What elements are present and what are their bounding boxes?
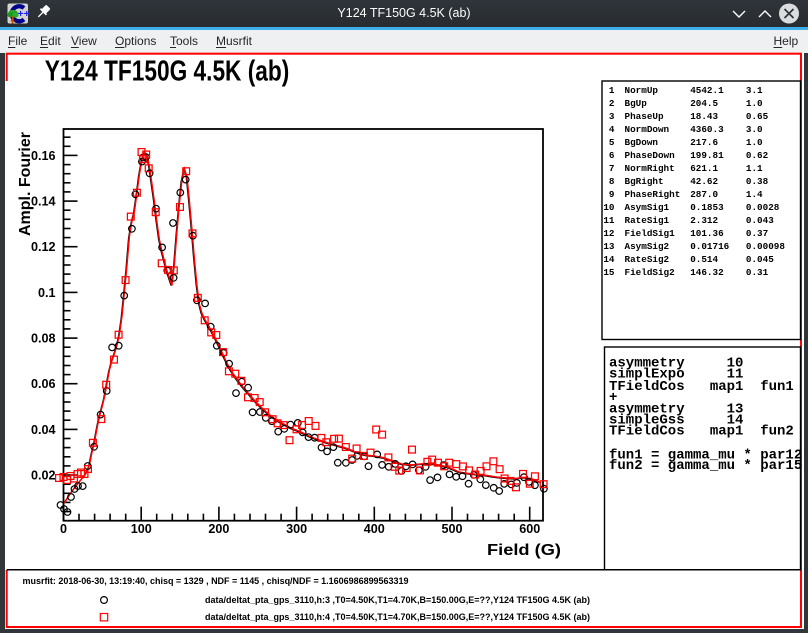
svg-text:204.5: 204.5 [690,98,718,109]
svg-text:AsymSig1: AsymSig1 [625,202,670,213]
svg-text:14: 14 [603,254,615,265]
svg-text:287.0: 287.0 [690,189,718,200]
svg-text:0.1853: 0.1853 [690,202,724,213]
svg-text:8: 8 [609,176,615,187]
svg-text:AsymSig2: AsymSig2 [625,241,670,252]
svg-text:Y124 TF150G 4.5K (ab): Y124 TF150G 4.5K (ab) [45,55,289,87]
svg-text:PhaseDown: PhaseDown [625,150,676,161]
svg-text:NormRight: NormRight [625,163,675,174]
svg-text:12: 12 [603,228,615,239]
svg-text:data/deltat_pta_gps_3110,h:4 ,: data/deltat_pta_gps_3110,h:4 ,T0=4.50K,T… [205,612,590,622]
svg-text:BgDown: BgDown [625,137,659,148]
svg-text:2: 2 [609,98,615,109]
svg-text:0.045: 0.045 [746,254,774,265]
svg-text:0.01716: 0.01716 [690,241,729,252]
svg-text:TFieldCos map1 fun1: TFieldCos map1 fun1 [609,379,794,395]
svg-text:1: 1 [609,85,615,96]
svg-text:6: 6 [609,150,615,161]
svg-text:199.81: 199.81 [690,150,724,161]
svg-text:0.16: 0.16 [31,149,56,163]
svg-text:Ampl. Fourier: Ampl. Fourier [17,132,34,236]
svg-text:400: 400 [364,522,385,536]
svg-text:Field (G): Field (G) [487,542,561,559]
svg-text:0: 0 [60,522,67,536]
svg-text:0.06: 0.06 [31,377,56,391]
svg-text:18.43: 18.43 [690,111,718,122]
svg-text:data/deltat_pta_gps_3110,h:3 ,: data/deltat_pta_gps_3110,h:3 ,T0=4.50K,T… [205,595,590,605]
svg-text:15: 15 [603,267,615,278]
svg-text:FieldSig2: FieldSig2 [625,267,676,278]
svg-text:3.1: 3.1 [746,85,763,96]
svg-text:0.14: 0.14 [31,195,56,209]
svg-text:200: 200 [208,522,229,536]
svg-text:PhaseRight: PhaseRight [625,189,681,200]
svg-text:3.0: 3.0 [746,124,763,135]
svg-text:0.37: 0.37 [746,228,768,239]
svg-text:1.0: 1.0 [746,137,763,148]
svg-text:100: 100 [131,522,152,536]
svg-text:4: 4 [609,124,615,135]
svg-text:0.12: 0.12 [31,240,56,254]
svg-text:101.36: 101.36 [690,228,724,239]
svg-text:0.514: 0.514 [690,254,718,265]
svg-text:1.4: 1.4 [746,189,763,200]
svg-text:42.62: 42.62 [690,176,718,187]
svg-text:RateSig1: RateSig1 [625,215,670,226]
svg-text:0.04: 0.04 [31,423,56,437]
svg-text:0.31: 0.31 [746,267,769,278]
svg-text:146.32: 146.32 [690,267,724,278]
svg-text:0.0028: 0.0028 [746,202,780,213]
svg-text:0.08: 0.08 [31,332,56,346]
svg-text:RateSig2: RateSig2 [625,254,670,265]
svg-text:NormUp: NormUp [625,85,659,96]
svg-text:0.38: 0.38 [746,176,769,187]
svg-text:621.1: 621.1 [690,163,718,174]
svg-text:4360.3: 4360.3 [690,124,724,135]
svg-text:FieldSig1: FieldSig1 [625,228,676,239]
svg-text:2.312: 2.312 [690,215,718,226]
svg-text:600: 600 [519,522,540,536]
svg-text:1.1: 1.1 [746,163,763,174]
svg-text:9: 9 [609,189,615,200]
svg-text:TFieldCos map1 fun2: TFieldCos map1 fun2 [609,423,794,439]
svg-text:500: 500 [441,522,462,536]
svg-text:0.02: 0.02 [31,469,56,483]
svg-text:10: 10 [603,202,615,213]
svg-text:PhaseUp: PhaseUp [625,111,664,122]
svg-text:0.62: 0.62 [746,150,769,161]
svg-text:BgRight: BgRight [625,176,664,187]
svg-text:13: 13 [603,241,615,252]
svg-text:5: 5 [609,137,615,148]
svg-text:NormDown: NormDown [625,124,670,135]
svg-text:217.6: 217.6 [690,137,718,148]
svg-text:0.00098: 0.00098 [746,241,785,252]
svg-text:0.65: 0.65 [746,111,769,122]
svg-text:3: 3 [609,111,615,122]
svg-text:musrfit: 2018-06-30, 13:19:40,: musrfit: 2018-06-30, 13:19:40, chisq = 1… [23,576,409,586]
svg-text:11: 11 [603,215,615,226]
svg-text:4542.1: 4542.1 [690,85,724,96]
svg-text:0.1: 0.1 [38,286,56,300]
svg-text:7: 7 [609,163,615,174]
svg-text:fun2 = gamma_mu * par15: fun2 = gamma_mu * par15 [609,458,802,474]
svg-text:0.043: 0.043 [746,215,774,226]
svg-text:BgUp: BgUp [625,98,648,109]
svg-text:300: 300 [286,522,307,536]
svg-text:1.0: 1.0 [746,98,763,109]
